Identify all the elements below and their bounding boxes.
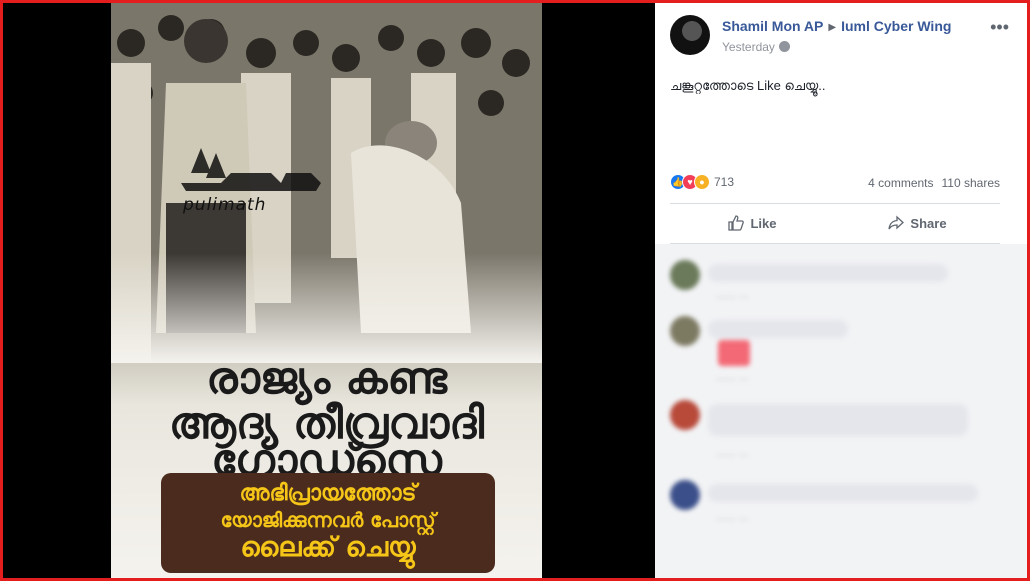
like-button[interactable]: Like [670, 203, 835, 243]
comments-section: ······ ··· ······ ··· ······ ··· ······ … [655, 244, 1027, 578]
group-name-link[interactable]: Iuml Cyber Wing [841, 18, 951, 34]
action-bar: Like Share [670, 203, 1000, 243]
post-header: Shamil Mon AP ▶ Iuml Cyber Wing [722, 18, 951, 34]
cta-line-2: യോജിക്കുന്നവർ പോസ്റ്റ് [220, 508, 436, 532]
commenter-avatar [670, 480, 700, 510]
comment-sticker [718, 340, 750, 366]
author-name-link[interactable]: Shamil Mon AP [722, 18, 823, 34]
blurred-comment: ······ ··· [670, 480, 1010, 532]
comment-meta: ······ ··· [716, 374, 749, 385]
post-image-area: pulimath രാജ്യം കണ്ട ആദ്യ തീവ്രവാദി ഗോഡ്… [3, 3, 655, 578]
tiger-logo-icon [181, 148, 321, 191]
cta-line-3: ലൈക്ക് ചെയ്യു [240, 532, 416, 563]
comment-bubble [708, 484, 978, 502]
post-text: ചങ്കൂറ്റത്തോടെ Like ചെയ്യൂ.. [670, 78, 826, 93]
author-avatar[interactable] [670, 15, 710, 55]
shares-count-link[interactable]: 110 shares [942, 176, 1000, 190]
thumbs-up-icon [728, 215, 745, 231]
post-image[interactable]: pulimath രാജ്യം കണ്ട ആദ്യ തീവ്രവാദി ഗോഡ്… [111, 3, 542, 578]
reaction-count: 713 [714, 175, 735, 189]
commenter-avatar [670, 260, 700, 290]
comment-meta: ······ ··· [716, 292, 749, 303]
post-meta: Yesterday [722, 40, 790, 54]
call-to-action-box: അഭിപ്രായത്തോട് യോജിക്കുന്നവർ പോസ്റ്റ് ലൈ… [161, 473, 495, 573]
triangle-right-icon: ▶ [828, 22, 837, 33]
blurred-comment: ······ ··· [670, 260, 1010, 305]
blurred-comment: ······ ··· [670, 316, 1010, 386]
comment-meta: ······ ··· [716, 450, 749, 461]
more-options-icon[interactable]: ••• [990, 17, 1009, 38]
share-button-label: Share [910, 215, 947, 231]
commenter-avatar [670, 316, 700, 346]
comment-bubble [708, 264, 948, 282]
post-panel: Shamil Mon AP ▶ Iuml Cyber Wing Yesterday … [655, 3, 1027, 578]
share-arrow-icon [888, 215, 905, 230]
post-stats: 4 comments 110 shares [868, 176, 1000, 190]
blurred-comment: ······ ··· [670, 400, 1010, 462]
post-timestamp[interactable]: Yesterday [722, 40, 775, 54]
comment-bubble [708, 404, 968, 436]
commenter-avatar [670, 400, 700, 430]
share-button[interactable]: Share [835, 203, 1000, 243]
reactions-summary[interactable]: 👍 ♥ ● 713 [670, 173, 734, 191]
headline-line-1: രാജ്യം കണ്ട [206, 353, 447, 404]
cta-line-1: അഭിപ്രായത്തോട് [239, 481, 417, 506]
comments-count-link[interactable]: 4 comments [868, 176, 933, 190]
globe-icon [778, 41, 790, 52]
like-button-label: Like [750, 215, 777, 231]
comment-bubble [708, 320, 848, 338]
comment-meta: ······ ··· [716, 514, 749, 525]
watermark-logo: pulimath [171, 143, 331, 223]
wow-icon: ● [694, 174, 710, 190]
watermark-text: pulimath [183, 195, 267, 215]
